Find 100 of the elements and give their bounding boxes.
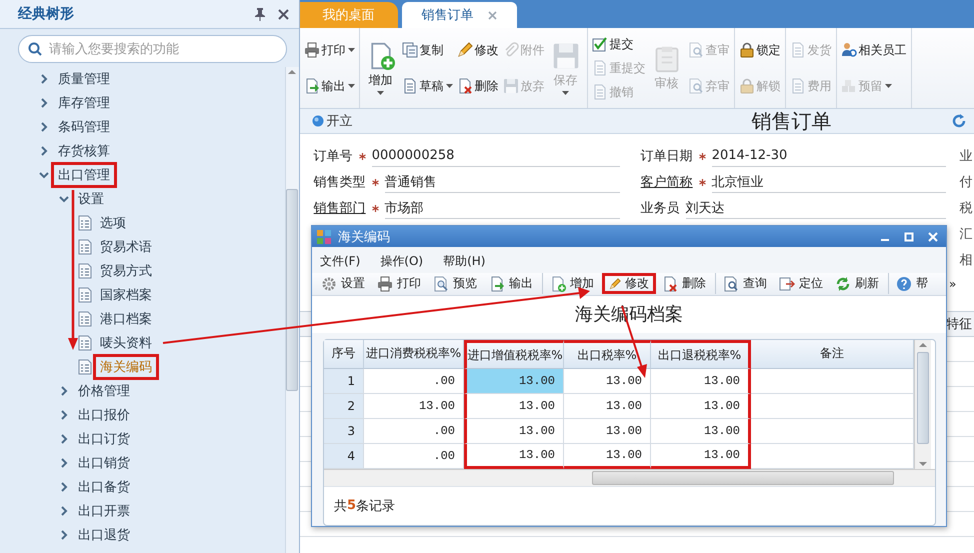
scrollbar[interactable] — [914, 340, 931, 469]
toolbar-button[interactable]: 删除 — [456, 78, 500, 94]
row-number[interactable]: 4 — [324, 444, 364, 469]
menu-item[interactable]: 文件(F) — [320, 253, 360, 270]
toolbar-button[interactable]: 设置 — [317, 273, 371, 294]
table-cell[interactable]: 13.00 — [464, 394, 564, 419]
toolbar-button[interactable]: 刷新 — [831, 273, 885, 294]
tree-item[interactable]: 出口销货 — [78, 454, 130, 472]
app-icon — [316, 228, 332, 245]
toolbar-button[interactable]: 草稿 — [400, 78, 454, 94]
refresh-icon[interactable] — [952, 114, 966, 128]
overflow-button[interactable]: » — [949, 276, 960, 291]
tree-item[interactable]: 价格管理 — [78, 382, 130, 400]
tree-item[interactable]: 唛头资料 — [100, 334, 152, 352]
field-label: 相 — [960, 252, 973, 270]
menu-item[interactable]: 帮助(H) — [443, 253, 486, 270]
table-cell[interactable]: 13.00 — [464, 368, 564, 394]
toolbar-button[interactable]: 删除 — [658, 273, 712, 294]
toolbar-button[interactable]: 锁定 — [738, 42, 782, 58]
tree-item[interactable]: 出口报价 — [78, 406, 130, 424]
tree-item[interactable]: 库存管理 — [58, 94, 110, 112]
field-value[interactable]: 市场部 — [384, 197, 620, 219]
caret-icon — [446, 84, 453, 88]
delete-icon — [662, 276, 678, 292]
tree-item[interactable]: 出口订货 — [78, 430, 130, 448]
tree-item[interactable]: 质量管理 — [58, 70, 110, 88]
field-value[interactable]: 2014-12-30 — [712, 145, 946, 167]
toolbar-button[interactable]: 修改 — [456, 42, 500, 58]
scrollbar[interactable] — [324, 468, 935, 486]
record-count: 共5条记录 — [324, 486, 935, 525]
tab[interactable]: 销售订单 — [402, 2, 517, 28]
table-cell[interactable]: 13.00 — [651, 368, 751, 394]
tree-item[interactable]: 条码管理 — [58, 118, 110, 136]
field-value[interactable]: 北京恒业 — [712, 171, 946, 193]
table-cell[interactable]: 13.00 — [651, 394, 751, 419]
field-link[interactable]: 销售部门 — [314, 199, 366, 217]
column-header[interactable]: 进口增值税税率% — [464, 340, 564, 369]
search-field[interactable]: 请输入您要搜索的功能 — [18, 35, 287, 63]
toolbar-button[interactable]: 修改 — [602, 273, 656, 294]
table-cell[interactable]: .00 — [364, 418, 464, 444]
toolbar-button[interactable]: 打印 — [302, 42, 356, 58]
document-icon — [790, 42, 806, 58]
field-value[interactable]: 0000000258 — [372, 145, 620, 167]
export-icon — [304, 78, 320, 94]
maximize-icon[interactable] — [904, 232, 914, 242]
field-value[interactable]: 普通销售 — [384, 171, 620, 193]
toolbar-button[interactable]: 查询 — [719, 273, 773, 294]
tree-item[interactable]: 贸易术语 — [100, 238, 152, 256]
toolbar-button[interactable]: 相关员工 — [840, 42, 908, 58]
field-label: 税 — [960, 200, 973, 218]
boxes-icon — [840, 78, 857, 94]
table-cell[interactable]: 13.00 — [564, 418, 651, 444]
tree-item[interactable]: 国家档案 — [100, 286, 152, 304]
field-value[interactable]: 刘天达 — [686, 197, 946, 219]
table-cell[interactable]: 13.00 — [464, 418, 564, 444]
column-header[interactable]: 出口退税税率% — [651, 340, 751, 369]
caret-icon — [377, 90, 384, 94]
tree-item[interactable]: 选项 — [100, 214, 126, 232]
tree-item[interactable]: 贸易方式 — [100, 262, 152, 280]
tree-item[interactable]: 存货核算 — [58, 142, 110, 160]
column-header[interactable]: 序号 — [324, 340, 364, 369]
toolbar-button[interactable]: 预览 — [429, 273, 483, 294]
row-number[interactable]: 1 — [324, 368, 364, 394]
menu-item[interactable]: 操作(O) — [380, 253, 424, 270]
scrollbar[interactable] — [284, 67, 299, 553]
field-label: 销售类型 — [314, 174, 366, 191]
tree-item[interactable]: 出口退货 — [78, 526, 130, 544]
table-cell[interactable]: 13.00 — [651, 418, 751, 444]
toolbar-button[interactable]: 帮 — [892, 273, 946, 294]
document-icon — [592, 60, 608, 76]
table-cell[interactable]: 13.00 — [564, 394, 651, 419]
toolbar-button[interactable]: 打印 — [373, 273, 427, 294]
toolbar-button[interactable]: 定位 — [775, 273, 829, 294]
toolbar-button[interactable]: 增加 — [362, 42, 399, 94]
field-link[interactable]: 客户简称 — [640, 173, 693, 191]
scroll-up-icon[interactable] — [288, 67, 296, 77]
tree-item[interactable]: 港口档案 — [100, 310, 152, 328]
document-icon — [402, 78, 418, 94]
row-number[interactable]: 3 — [324, 418, 364, 444]
column-header[interactable]: 进口消费税税率% — [364, 340, 464, 369]
tree-item[interactable]: 出口开票 — [78, 502, 130, 520]
table-cell[interactable]: 13.00 — [364, 394, 464, 419]
pin-icon[interactable] — [254, 8, 266, 20]
column-header[interactable]: 备注 — [751, 340, 914, 369]
delete-icon — [456, 78, 473, 94]
toolbar-button[interactable]: 复制 — [400, 42, 454, 58]
toolbar-button[interactable]: 提交 — [590, 36, 647, 52]
tree-item[interactable]: 出口备货 — [78, 478, 130, 496]
close-icon[interactable] — [278, 8, 289, 20]
help-icon — [896, 276, 912, 292]
document-icon — [78, 335, 92, 351]
column-header[interactable]: 出口税率% — [564, 340, 651, 369]
tree-item[interactable]: 出口管理 — [51, 162, 117, 188]
toolbar-button[interactable]: 输出 — [485, 273, 539, 294]
lock-icon — [738, 42, 755, 58]
floppy-icon — [552, 42, 580, 70]
tree-item[interactable]: 设置 — [78, 190, 104, 208]
lock-icon — [738, 78, 755, 94]
toolbar-button[interactable]: 输出 — [302, 78, 356, 94]
row-number[interactable]: 2 — [324, 394, 364, 419]
